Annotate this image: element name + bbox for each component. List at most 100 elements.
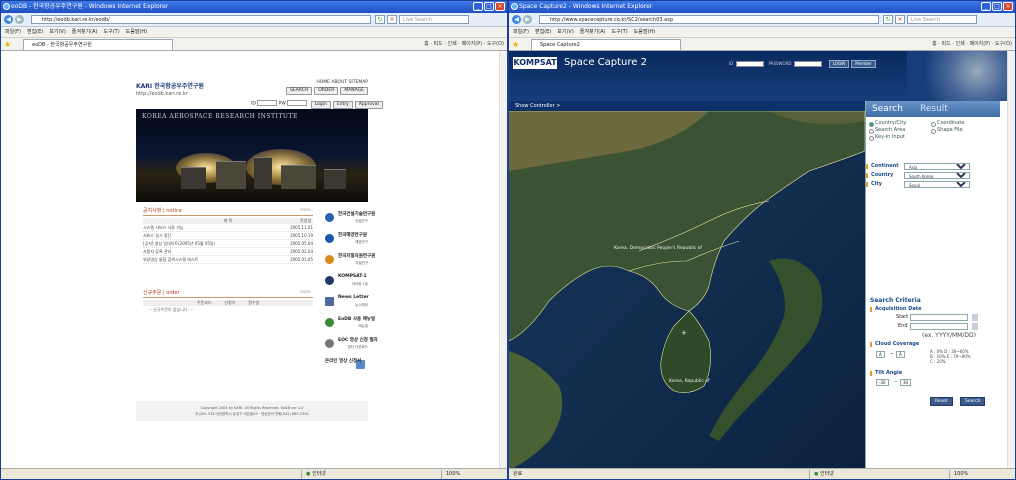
- back-icon[interactable]: ◀: [4, 15, 13, 24]
- start-date-input[interactable]: [910, 314, 968, 321]
- right-search-input[interactable]: Live Search: [907, 15, 977, 24]
- tab-search[interactable]: Search: [872, 103, 903, 116]
- menu-favorites[interactable]: 즐겨찾기(A): [72, 29, 98, 35]
- radio-coordinate[interactable]: Coordinate: [930, 120, 964, 127]
- favorites-star-icon[interactable]: ★: [512, 40, 519, 49]
- menu-tools[interactable]: 도구(T): [612, 29, 628, 35]
- maximize-button[interactable]: □: [992, 2, 1002, 11]
- sc-pw-input[interactable]: [794, 61, 823, 67]
- show-controller-link[interactable]: Show Controller >: [509, 101, 865, 111]
- radio-key-in-input[interactable]: Key-in Input: [868, 134, 905, 141]
- stop-icon[interactable]: ×: [895, 15, 905, 24]
- side-link[interactable]: KOMPSAT-1 아리랑 1호: [324, 272, 368, 290]
- notice-row[interactable]: 사용자 등록 관리 2005.02.04: [143, 248, 313, 256]
- search-button[interactable]: Search: [960, 397, 986, 406]
- refresh-icon[interactable]: ↻: [883, 15, 893, 24]
- menu-file[interactable]: 파일(F): [513, 29, 529, 35]
- refresh-icon[interactable]: ↻: [375, 15, 385, 24]
- notice-row[interactable]: 서비스 일시 중단 2005.10.19: [143, 232, 313, 240]
- order-more-link[interactable]: more..: [300, 289, 313, 294]
- left-tab[interactable]: eoDB - 한국항공우주연구원: [23, 39, 173, 50]
- side-link[interactable]: EoDB 사용 매뉴얼 매뉴얼: [324, 314, 375, 332]
- continent-select[interactable]: Asia: [904, 163, 970, 170]
- menu-help[interactable]: 도움말(H): [634, 29, 655, 35]
- approval-button[interactable]: Approval: [354, 100, 383, 109]
- tab-result[interactable]: Result: [920, 103, 948, 116]
- menu-tools[interactable]: 도구(T): [104, 29, 120, 35]
- country-select[interactable]: South Korea: [904, 172, 970, 179]
- cloud-legend: A : 0% D : 30~60% B : 10% E : 70~90% C :…: [930, 349, 971, 364]
- cloud-from-select[interactable]: A: [876, 351, 885, 358]
- right-status-left: 완료: [513, 471, 523, 477]
- kompsat-logo[interactable]: KOMPSAT: [513, 57, 557, 69]
- kari-top-nav[interactable]: HOME ABOUT SITEMAP: [316, 80, 368, 85]
- order-nav-button[interactable]: ORDER: [314, 87, 339, 95]
- sc-login-button[interactable]: LOGIN: [828, 60, 850, 68]
- notice-more-link[interactable]: more..: [300, 207, 313, 212]
- menu-view[interactable]: 보기(V): [557, 29, 574, 35]
- menu-edit[interactable]: 편집(E): [27, 29, 43, 35]
- continent-field: Continent Asia: [866, 162, 1000, 171]
- calendar-icon[interactable]: [972, 314, 978, 321]
- notice-row[interactable]: 위성영상 통합 검색시스템 테스트 2005.01.05: [143, 256, 313, 264]
- side-link[interactable]: EOC 영상 신청 절차 절차 다운로드: [324, 335, 378, 353]
- stop-icon[interactable]: ×: [387, 15, 397, 24]
- notice-row[interactable]: 시스템 서비스 사용 가능 2005.11.01: [143, 224, 313, 232]
- left-url-field[interactable]: http://eodb.kari.re.kr/eodb/: [31, 15, 371, 24]
- minimize-button[interactable]: _: [981, 2, 991, 11]
- close-button[interactable]: ×: [1003, 2, 1013, 11]
- right-zoom[interactable]: 100%: [949, 470, 968, 479]
- back-icon[interactable]: ◀: [512, 15, 521, 24]
- menu-favorites[interactable]: 즐겨찾기(A): [580, 29, 606, 35]
- close-button[interactable]: ×: [495, 2, 505, 11]
- radio-shape-file[interactable]: Shape File: [930, 127, 963, 134]
- radio-country-city[interactable]: Country/City: [868, 120, 906, 127]
- sc-member-button[interactable]: Member: [851, 60, 876, 68]
- search-nav-button[interactable]: SEARCH: [286, 87, 313, 95]
- login-button[interactable]: Login: [310, 100, 331, 109]
- right-title-bar[interactable]: Space Capture2 - Windows Internet Explor…: [509, 1, 1015, 13]
- radio-search-area[interactable]: Search Area: [868, 127, 905, 134]
- end-date-input[interactable]: [910, 323, 968, 330]
- calendar-icon[interactable]: [972, 323, 978, 330]
- reset-button[interactable]: Reset: [930, 397, 953, 406]
- left-search-input[interactable]: Live Search: [399, 15, 469, 24]
- pw-input[interactable]: [287, 100, 308, 106]
- left-title-bar[interactable]: eoDB - 한국항공우주연구원 - Windows Internet Expl…: [1, 1, 507, 13]
- notice-row[interactable]: [공지] 영상 업데이트(2005년 05월 05일) 2005.05.04: [143, 240, 313, 248]
- newsletter-icon: [325, 297, 334, 306]
- sc-id-input[interactable]: [736, 61, 765, 67]
- menu-edit[interactable]: 편집(E): [535, 29, 551, 35]
- satellite-map[interactable]: Korea, Democratic People's Republic of K…: [509, 111, 865, 470]
- id-input[interactable]: [257, 100, 278, 106]
- left-command-bar[interactable]: 홈 · 피드 · 인쇄 · 페이지(P) · 도구(O): [424, 40, 504, 49]
- side-link-title: KOMPSAT-1: [338, 274, 367, 279]
- menu-view[interactable]: 보기(V): [49, 29, 66, 35]
- favorites-star-icon[interactable]: ★: [4, 40, 11, 49]
- maximize-button[interactable]: □: [484, 2, 494, 11]
- right-scrollbar[interactable]: [1007, 51, 1015, 468]
- manage-nav-button[interactable]: MANAGE: [340, 87, 368, 95]
- left-zoom[interactable]: 100%: [441, 470, 460, 479]
- right-tab[interactable]: Space Capture2: [531, 39, 681, 50]
- right-command-bar[interactable]: 홈 · 피드 · 인쇄 · 페이지(P) · 도구(O): [932, 40, 1012, 49]
- minimize-button[interactable]: _: [473, 2, 483, 11]
- menu-help[interactable]: 도움말(H): [126, 29, 147, 35]
- side-link[interactable]: News Letter 뉴스레터: [324, 293, 369, 311]
- kari-main-nav: SEARCH ORDER MANAGE: [284, 87, 368, 95]
- side-link[interactable]: 온라인 영상 신청서: [324, 356, 368, 374]
- tilt-from-select[interactable]: -30: [876, 379, 889, 386]
- forward-icon[interactable]: ▶: [523, 15, 532, 24]
- menu-file[interactable]: 파일(F): [5, 29, 21, 35]
- city-select[interactable]: Seoul: [904, 181, 970, 188]
- side-link[interactable]: 한국건설기술연구원 건설연구: [324, 209, 375, 227]
- side-link[interactable]: 한국지질자원연구원 지질연구: [324, 251, 375, 269]
- kari-logo[interactable]: KARI 한국항공우주연구원: [136, 81, 204, 90]
- entry-button[interactable]: Entry: [332, 100, 353, 109]
- left-scrollbar[interactable]: [499, 51, 507, 468]
- side-link[interactable]: 한국해양연구원 해양연구: [324, 230, 368, 248]
- cloud-to-select[interactable]: A: [896, 351, 905, 358]
- tilt-to-select[interactable]: 30: [900, 379, 912, 386]
- right-url-field[interactable]: http://www.spacecapture.co.kr/SC2/search…: [539, 15, 879, 24]
- forward-icon[interactable]: ▶: [15, 15, 24, 24]
